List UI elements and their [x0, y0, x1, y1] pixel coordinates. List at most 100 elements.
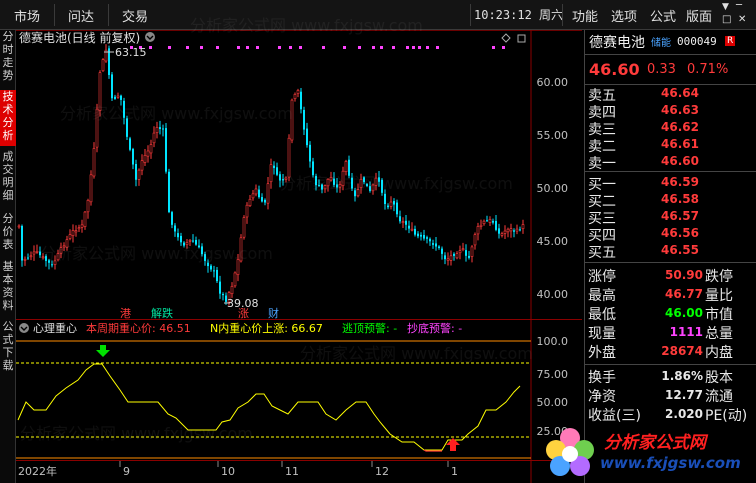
site-logo: 分析家公式网 www.fxjgsw.com: [540, 424, 756, 483]
title-dropdown-icon[interactable]: [145, 32, 155, 42]
bid-row[interactable]: 买二 46.58: [585, 191, 756, 210]
candle-body: [264, 199, 266, 203]
ask-row[interactable]: 卖四 46.63: [585, 102, 756, 121]
candle-body: [120, 95, 122, 100]
candle-body: [152, 132, 156, 144]
candle-body: [45, 256, 47, 261]
menu-market[interactable]: 市场: [14, 6, 40, 25]
maximize-icon[interactable]: □: [722, 14, 731, 25]
tab-price-table[interactable]: 分价表: [0, 212, 16, 254]
tab-intraday[interactable]: 分时走势: [0, 30, 16, 82]
candle-body: [381, 179, 383, 193]
bid-row[interactable]: 买五 46.55: [585, 242, 756, 261]
menu-wenda[interactable]: 问达: [68, 6, 94, 25]
marker-jiedie[interactable]: 解跌: [151, 306, 173, 320]
signal-dot: [426, 46, 429, 49]
candle-body: [95, 108, 99, 148]
candle-body: [80, 224, 84, 228]
stat-value: 1.86%: [661, 369, 703, 383]
candle-body: [59, 247, 63, 254]
menu-formula[interactable]: 公式: [650, 6, 676, 25]
candle-body: [282, 179, 284, 181]
candle-body: [29, 255, 33, 258]
candle-body: [56, 253, 60, 261]
candle-body: [405, 220, 407, 225]
signal-dot: [343, 46, 346, 49]
bid-row[interactable]: 买一 46.59: [585, 174, 756, 193]
marker-zhang[interactable]: 涨: [238, 307, 249, 320]
tab-technical-analysis[interactable]: 技术分析: [0, 90, 16, 146]
menu-trade[interactable]: 交易: [122, 6, 148, 25]
stock-code: 000049: [677, 35, 717, 48]
candle-body: [174, 225, 176, 232]
candle-body: [213, 270, 215, 272]
candle-body: [446, 258, 450, 261]
bid-row[interactable]: 买三 46.57: [585, 208, 756, 227]
top-menu-bar: 市场 问达 交易 10:23:12 周六 功能 选项 公式 版面 ▼ ─ □ ✕: [0, 0, 756, 30]
ask-row[interactable]: 卖五 46.64: [585, 85, 756, 104]
candle-body: [62, 245, 66, 248]
candle-body: [309, 144, 311, 162]
menu-separator: [54, 4, 55, 26]
candle-body: [135, 164, 137, 180]
candle-body: [86, 200, 90, 213]
candle-body: [254, 188, 258, 195]
candle-body: [476, 226, 480, 235]
indicator-dropdown-icon[interactable]: [19, 323, 29, 333]
stat-value: 12.77: [665, 388, 703, 402]
close-icon[interactable]: ✕: [738, 14, 746, 25]
tab-trade-details[interactable]: 成交明细: [0, 150, 16, 206]
candle-body: [351, 177, 353, 189]
candle-body: [71, 230, 75, 237]
candle-body: [48, 260, 50, 263]
candle-body: [312, 161, 314, 176]
candle-body: [165, 128, 167, 172]
ask-row[interactable]: 卖三 46.62: [585, 119, 756, 138]
dropdown-icon[interactable]: ▼: [722, 2, 729, 12]
kline-chart[interactable]: 德赛电池(日线 前复权) 60.00 55.00 50.00 45.00 40.…: [16, 30, 582, 483]
clock: 10:23:12 周六: [474, 8, 564, 22]
ask-row[interactable]: 卖一 46.60: [585, 153, 756, 172]
stat-row: 净资 12.77 流通: [585, 386, 756, 405]
candle-body: [417, 233, 419, 237]
indicator-value-2: N内重心价上涨: 66.67: [210, 321, 323, 335]
candle-body: [162, 128, 164, 130]
menu-functions[interactable]: 功能: [572, 6, 598, 25]
candle-body: [521, 224, 525, 229]
signal-dot: [392, 46, 395, 49]
tab-formula-download[interactable]: 公式下载: [0, 320, 16, 376]
minimize-icon[interactable]: ─: [736, 0, 742, 11]
candle-body: [336, 184, 338, 188]
candle-body: [77, 227, 81, 230]
candle-body: [461, 248, 465, 251]
tab-basic-info[interactable]: 基本资料: [0, 260, 16, 316]
marker-cai[interactable]: 财: [268, 306, 279, 320]
stat-label: 内盘: [705, 345, 733, 361]
candle-body: [273, 165, 275, 169]
menu-options[interactable]: 选项: [611, 6, 637, 25]
candle-body: [207, 262, 209, 267]
signal-dot: [406, 46, 409, 49]
stat-label: 流通: [705, 389, 733, 405]
candle-body: [329, 177, 333, 181]
menu-layout[interactable]: 版面: [686, 6, 712, 25]
candle-body: [488, 219, 492, 223]
stat-label: 跌停: [705, 269, 733, 285]
xaxis-label: 11: [285, 465, 299, 478]
candle-body: [111, 74, 113, 99]
bid-row[interactable]: 买四 46.56: [585, 225, 756, 244]
candle-body: [341, 170, 345, 186]
candle-body: [393, 201, 395, 205]
candle-body: [177, 233, 179, 238]
candle-body: [429, 238, 431, 242]
sector-tag[interactable]: 储能: [651, 34, 671, 49]
candle-body: [509, 228, 513, 232]
bid-price: 46.56: [661, 226, 699, 240]
indicator-name: 心理重心: [33, 321, 77, 335]
marker-gang[interactable]: 港: [120, 307, 131, 320]
chart-area[interactable]: 德赛电池(日线 前复权) 60.00 55.00 50.00 45.00 40.…: [16, 30, 582, 483]
indicator-axis-label: 75.00: [537, 368, 569, 381]
candle-body: [296, 90, 300, 94]
ask-row[interactable]: 卖二 46.61: [585, 136, 756, 155]
bid-label: 买五: [588, 245, 616, 261]
